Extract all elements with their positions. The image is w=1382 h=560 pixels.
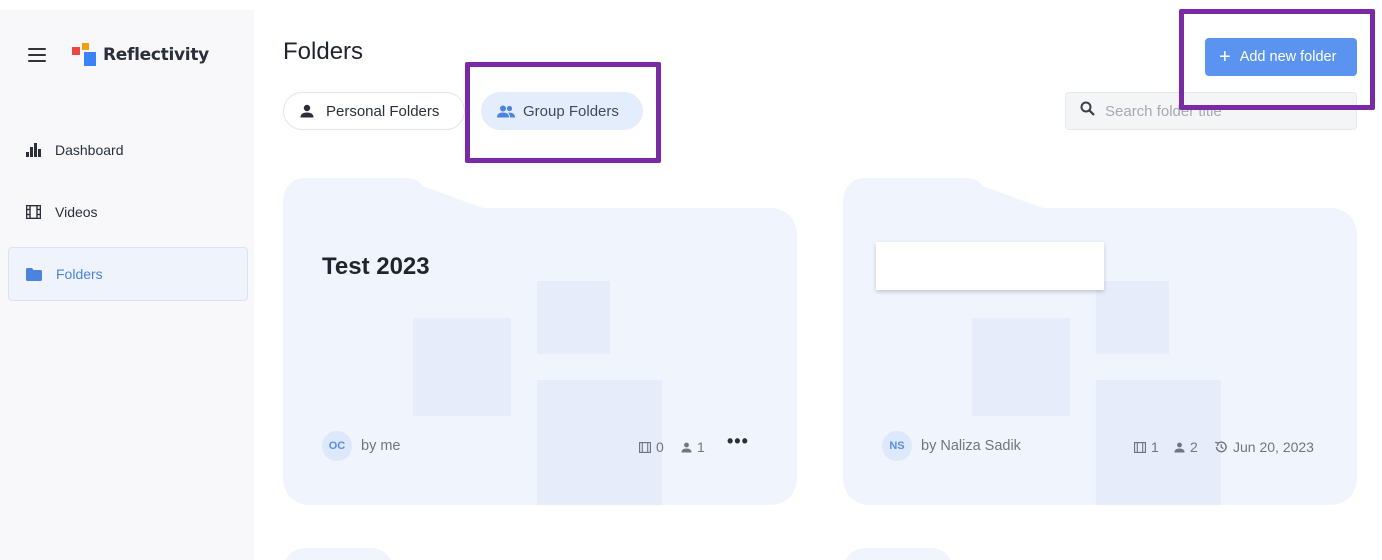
person-icon [1174,442,1185,452]
sidebar: Reflectivity Dashboard Videos Folders [0,10,254,560]
tab-group-folders[interactable]: Group Folders [481,92,643,130]
sidebar-item-dashboard[interactable]: Dashboard [8,123,248,177]
plus-icon: + [1219,46,1231,68]
folder-icon [26,266,42,282]
person-icon [300,103,318,119]
film-icon [1134,441,1146,453]
sidebar-item-label: Videos [55,204,98,220]
search-box [1065,92,1357,130]
folder-owner: by Naliza Sadik [921,438,1021,454]
app-logo[interactable]: Reflectivity [72,43,209,67]
sidebar-item-folders[interactable]: Folders [8,247,248,301]
page-title: Folders [283,38,364,65]
sidebar-item-videos[interactable]: Videos [8,185,248,239]
more-options-icon[interactable]: ••• [727,431,749,452]
history-icon [1215,441,1227,453]
dashboard-icon [25,142,41,158]
tab-label: Group Folders [523,102,619,120]
tab-label: Personal Folders [326,102,440,120]
member-count: 2 [1174,439,1198,455]
app-name: Reflectivity [103,45,209,65]
person-icon [681,442,692,452]
add-new-folder-button[interactable]: + Add new folder [1205,38,1357,76]
tab-personal-folders[interactable]: Personal Folders [283,92,465,130]
member-count: 1 [681,439,705,455]
sidebar-item-label: Folders [56,266,103,282]
search-input[interactable] [1105,102,1335,120]
folder-card[interactable]: Test 2023 OC by me 0 1 ••• [283,178,797,506]
video-count: 1 [1134,439,1159,455]
group-icon [497,103,515,119]
reflectivity-logo-icon [72,43,98,67]
sidebar-item-label: Dashboard [55,142,124,158]
last-updated: Jun 20, 2023 [1214,439,1314,455]
folder-card-peek [283,548,393,560]
folder-card-peek [843,548,953,560]
film-icon [25,204,41,220]
avatar: OC [322,431,352,461]
folder-owner: by me [361,438,401,454]
search-icon [1080,101,1095,121]
video-count: 0 [639,439,664,455]
add-button-label: Add new folder [1239,49,1337,65]
menu-icon[interactable] [28,48,46,62]
folder-title: Test 2023 [322,253,430,280]
folder-card[interactable]: NS by Naliza Sadik 1 2 Jun 20, 2023 [843,178,1357,506]
avatar: NS [882,431,912,461]
redacted-folder-title [876,242,1104,290]
film-icon [639,441,651,453]
